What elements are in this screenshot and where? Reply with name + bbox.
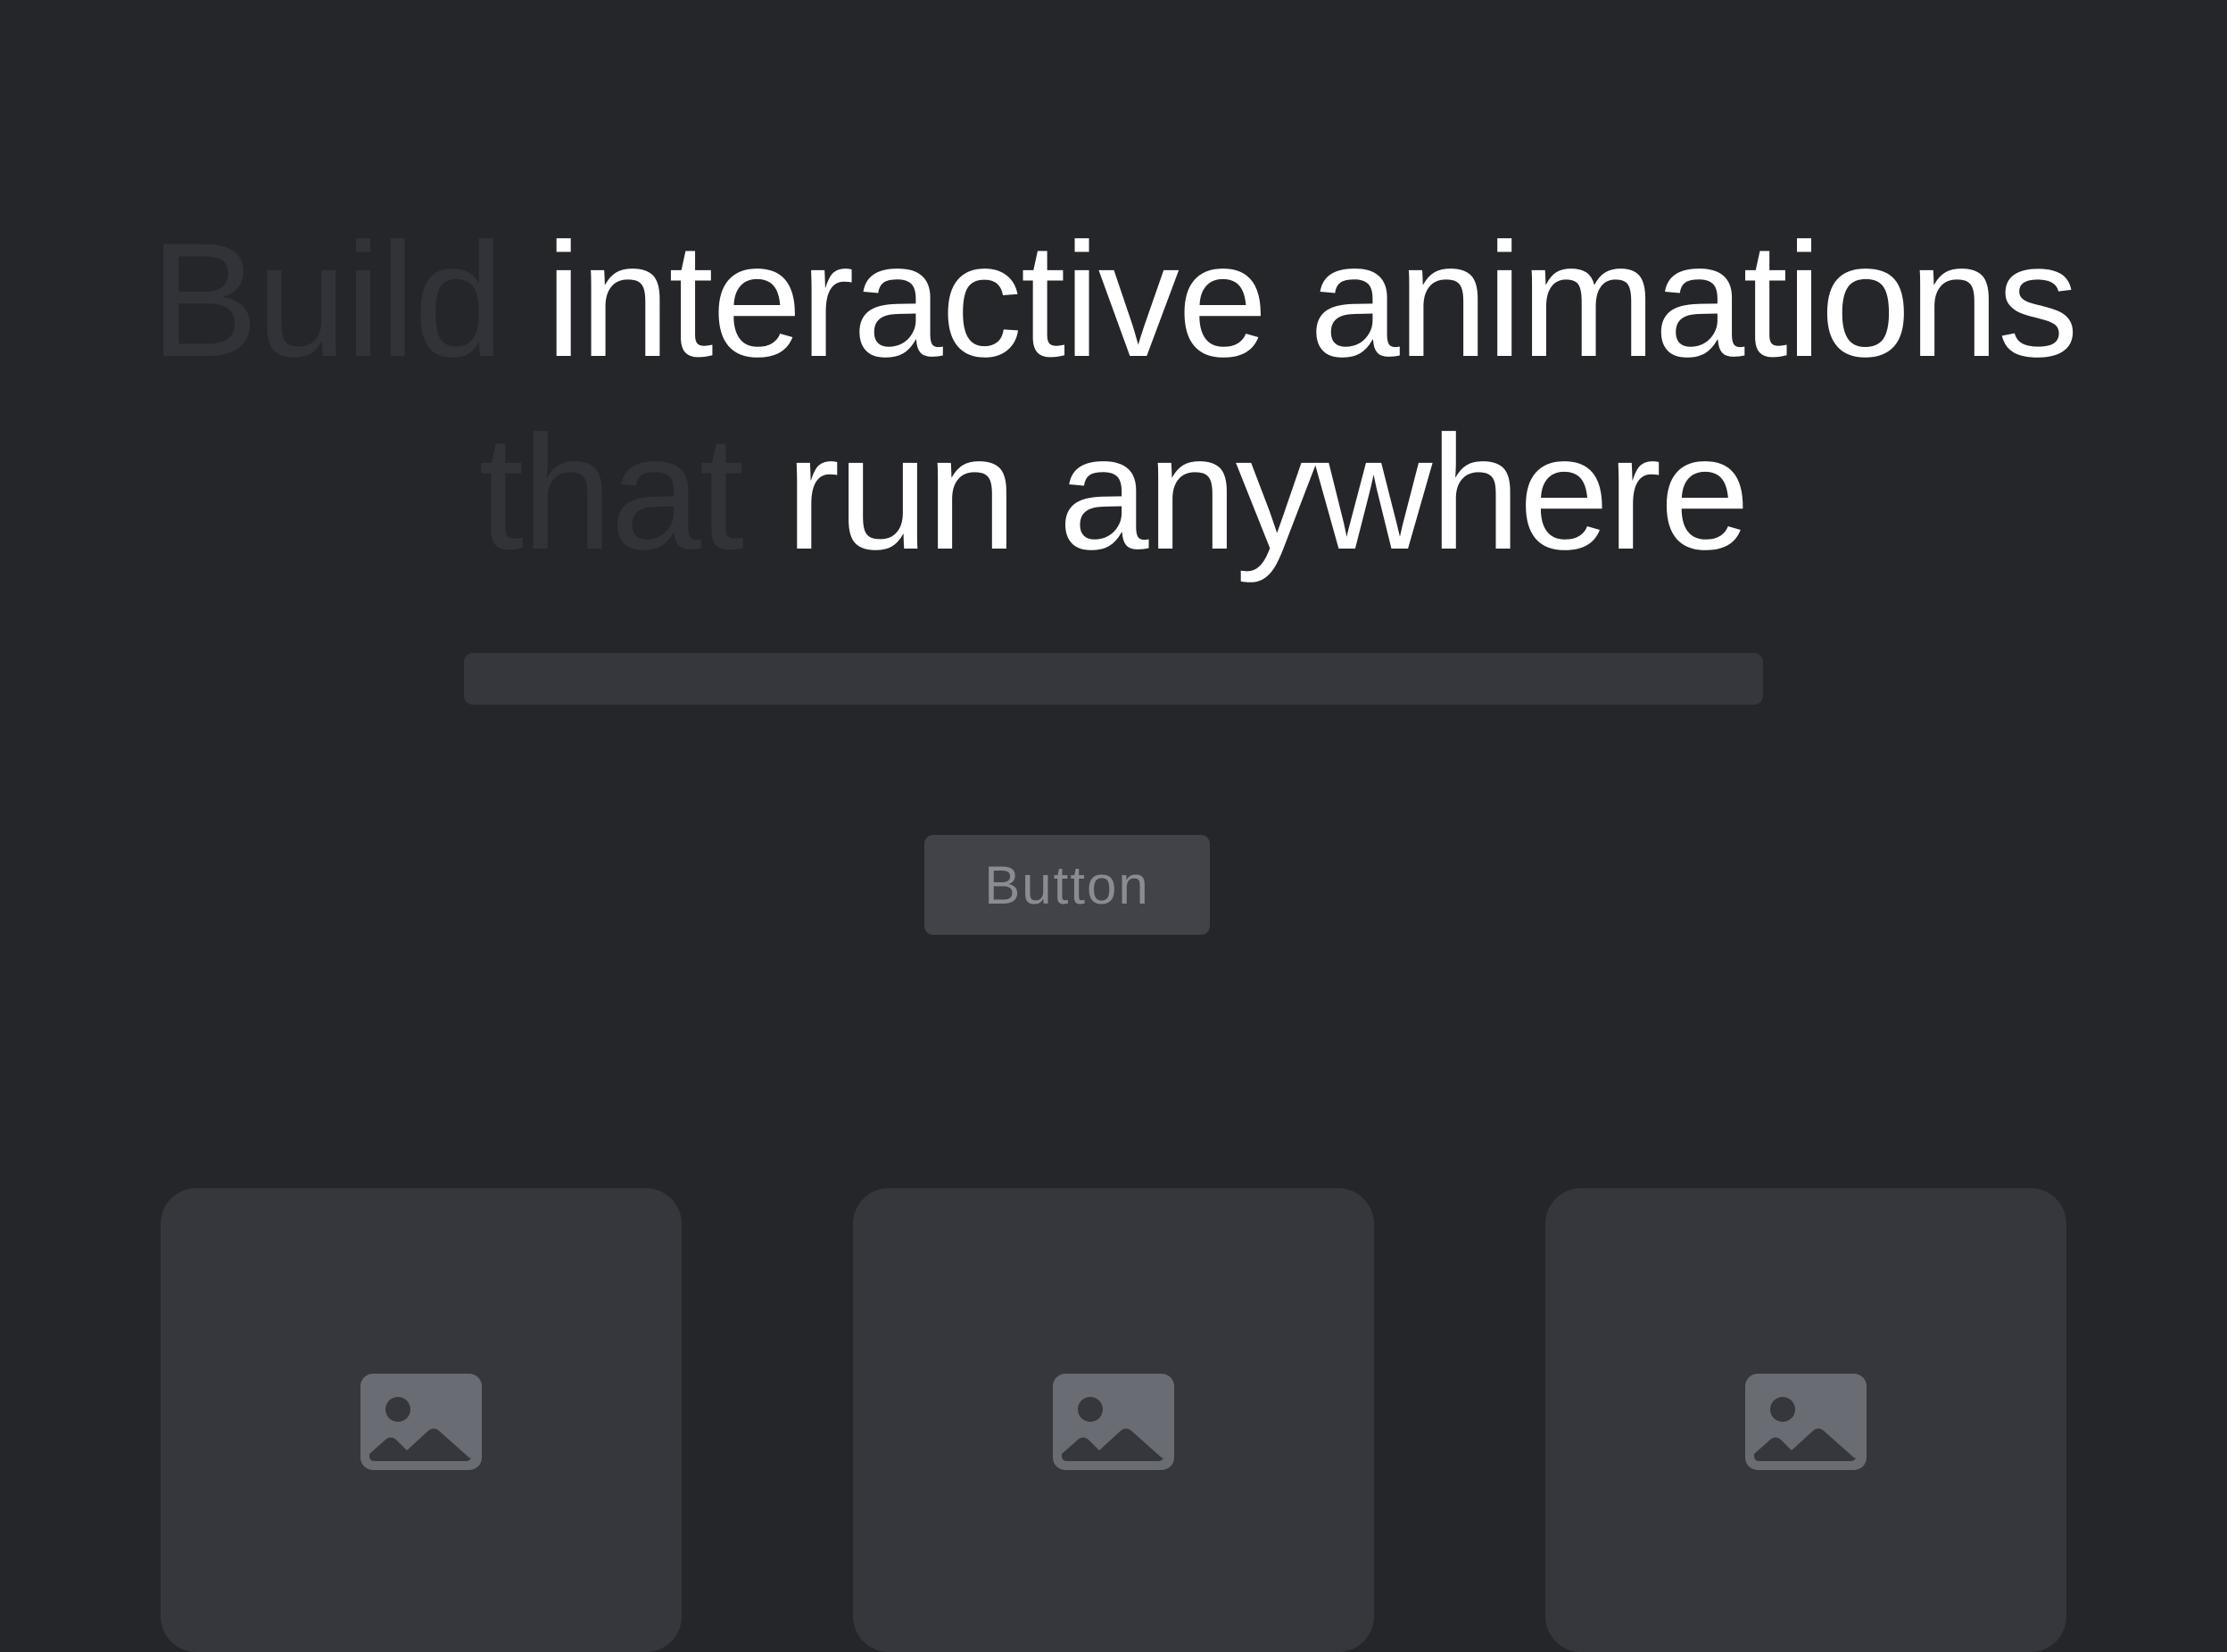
hero-heading-line-1: Build interactive animations [0,203,2227,396]
image-placeholder-icon [1745,1374,1867,1470]
primary-button[interactable]: Button [924,835,1210,935]
image-card[interactable] [161,1188,682,1652]
hero-heading-muted-word: that [478,401,745,583]
image-placeholder-icon [1053,1374,1174,1470]
hero-heading-main-text: interactive animations [545,209,2079,391]
image-card[interactable] [853,1188,1374,1652]
image-placeholder-icon [360,1374,482,1470]
hero-heading-muted-word: Build [150,209,504,391]
image-card[interactable] [1545,1188,2066,1652]
hero-heading-line-2: that run anywhere [0,396,2227,589]
hero-heading: Build interactive animations that run an… [0,203,2227,589]
subtitle-placeholder-bar [464,653,1763,705]
hero-heading-main-text: run anywhere [785,401,1751,583]
